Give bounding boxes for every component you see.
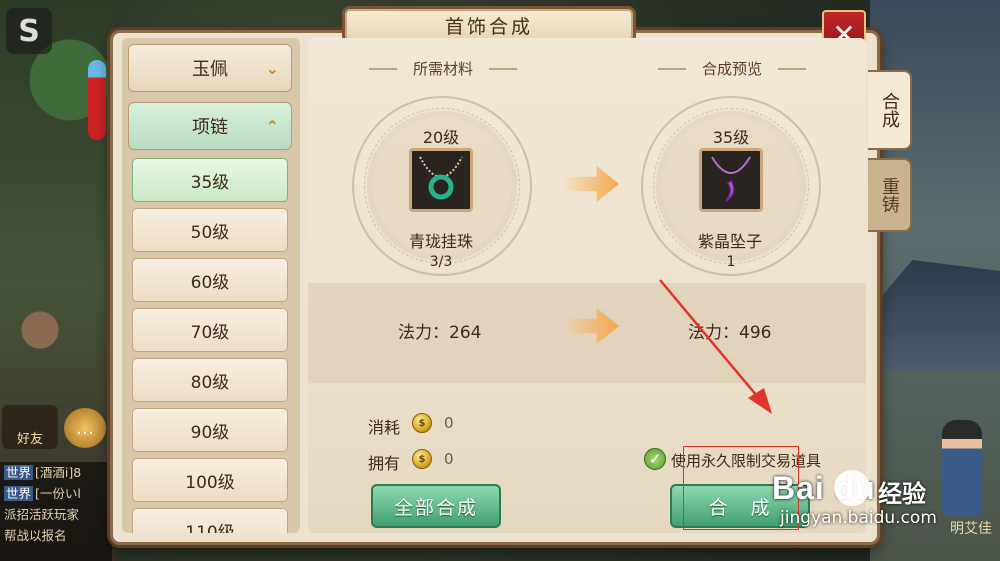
level-item-70[interactable]: 70级: [132, 308, 288, 352]
coin-icon: $: [412, 449, 432, 469]
chat-line: 世界 [一份いl: [4, 483, 112, 504]
chat-channel: 世界: [4, 486, 34, 501]
level-item-110[interactable]: 110级: [132, 508, 288, 533]
category-label: 项链: [192, 117, 228, 138]
own-value: 0: [444, 450, 454, 468]
baidu-paw-icon: [834, 470, 870, 506]
level-item-80[interactable]: 80级: [132, 358, 288, 402]
tab-label: 合成: [879, 92, 900, 128]
chat-text: [酒酒i]8: [35, 465, 82, 480]
own-label: 拥有: [368, 454, 401, 473]
consume-label: 消耗: [368, 418, 401, 437]
green-pendant-necklace-icon: [419, 156, 463, 200]
consume-value: 0: [444, 414, 454, 432]
chat-log[interactable]: 世界 [酒酒i]8 世界 [一份いl 派招活跃玩家 帮战以报名: [0, 462, 112, 561]
hanging-ornament-icon: [88, 60, 106, 140]
preview-count: 1: [726, 254, 736, 270]
chat-line: 帮战以报名: [4, 525, 112, 546]
tab-label: 重铸: [879, 177, 900, 213]
material-level: 20级: [422, 128, 460, 147]
material-count: 3/3: [429, 254, 453, 270]
level-item-100[interactable]: 100级: [132, 458, 288, 502]
preview-section-label: 合成预览: [652, 56, 812, 82]
chevron-up-icon: ⌃: [265, 116, 279, 136]
materials-section-label: 所需材料: [363, 56, 523, 82]
category-sidebar[interactable]: 玉佩 ⌄ 项链 ⌃ 35级 50级 60级 70级 80级 90级 100级 1…: [122, 38, 300, 533]
preview-name: 紫晶坠子: [697, 232, 762, 251]
material-stat: 法力：264: [398, 323, 482, 343]
friends-button[interactable]: 好友: [2, 405, 58, 449]
purple-pendant-necklace-icon: [711, 156, 751, 202]
combine-all-button[interactable]: 全部合成: [371, 484, 501, 528]
chat-line: 世界 [酒酒i]8: [4, 462, 112, 483]
category-label: 玉佩: [192, 59, 228, 80]
preview-item-slot[interactable]: [699, 148, 763, 212]
level-item-50[interactable]: 50级: [132, 208, 288, 252]
level-item-35[interactable]: 35级: [132, 158, 288, 202]
preview-stat: 法力：496: [688, 323, 772, 343]
preview-level: 35级: [712, 128, 750, 147]
chat-text: 派招活跃玩家: [4, 507, 80, 522]
friends-label: 好友: [16, 432, 43, 447]
baidu-watermark: Bai du 经验 jingyan.baidu.com: [752, 468, 952, 544]
chat-text: 帮战以报名: [4, 528, 67, 543]
coin-icon: $: [412, 413, 432, 433]
tab-synthesize[interactable]: 合成: [868, 70, 912, 150]
app-logo-icon[interactable]: S: [6, 8, 52, 54]
chat-channel: 世界: [4, 465, 34, 480]
use-bound-items-checkbox[interactable]: ✓: [644, 448, 666, 470]
watermark-url: jingyan.baidu.com: [780, 508, 937, 528]
level-item-90[interactable]: 90级: [132, 408, 288, 452]
category-necklace[interactable]: 项链 ⌃: [128, 102, 292, 150]
chevron-down-icon: ⌄: [265, 58, 279, 78]
chat-bubble-icon[interactable]: …: [64, 408, 106, 448]
category-jade-pendant[interactable]: 玉佩 ⌄: [128, 44, 292, 92]
material-name: 青珑挂珠: [408, 232, 473, 251]
watermark-product: 经验: [878, 480, 926, 508]
material-item-slot[interactable]: [409, 148, 473, 212]
level-item-60[interactable]: 60级: [132, 258, 288, 302]
chat-line: 派招活跃玩家: [4, 504, 112, 525]
chat-text: [一份いl: [35, 486, 81, 501]
tab-reforge[interactable]: 重铸: [868, 158, 912, 232]
npc-name: 明艾佳: [950, 521, 992, 537]
